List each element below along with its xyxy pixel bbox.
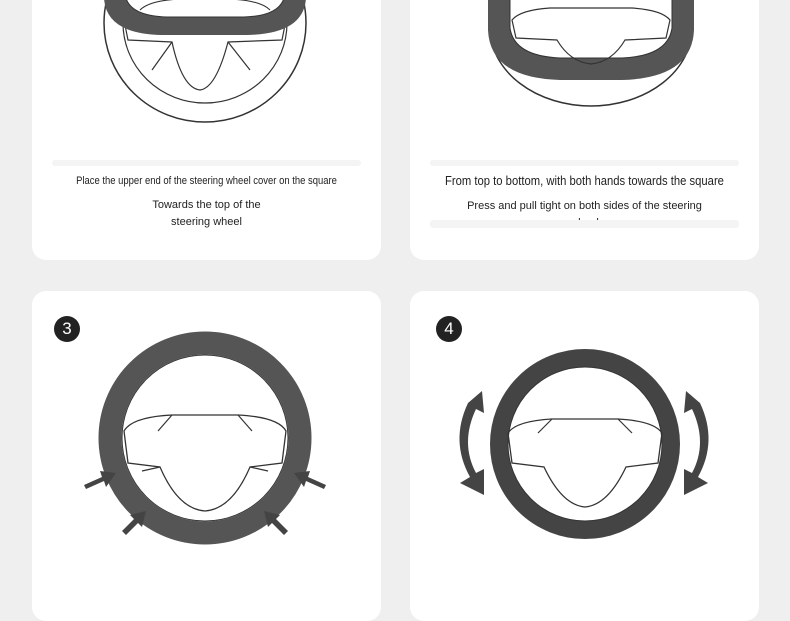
subcaption-line: Towards the top of the [152,199,261,211]
step-1-subcaption: Towards the top of the steering wheel [32,197,381,231]
subcaption-line: Press and pull tight on both sides of th… [467,200,702,212]
step-card-3: 3 [32,291,381,621]
steering-wheel-icon [103,0,307,123]
faded-text [430,160,739,166]
steering-wheel-icon [84,331,326,545]
step-card-4: 4 [410,291,759,621]
steering-wheel-icon [459,349,709,539]
step-1-caption: Place the upper end of the steering whee… [76,175,337,187]
step-card-2: From top to bottom, with both hands towa… [410,0,759,260]
step-card-1: Place the upper end of the steering whee… [32,0,381,260]
faded-text [430,220,739,228]
steering-wheel-icon [488,0,694,107]
subcaption-line: steering wheel [171,216,242,228]
step-2-caption: From top to bottom, with both hands towa… [445,174,724,188]
faded-text [52,160,361,166]
